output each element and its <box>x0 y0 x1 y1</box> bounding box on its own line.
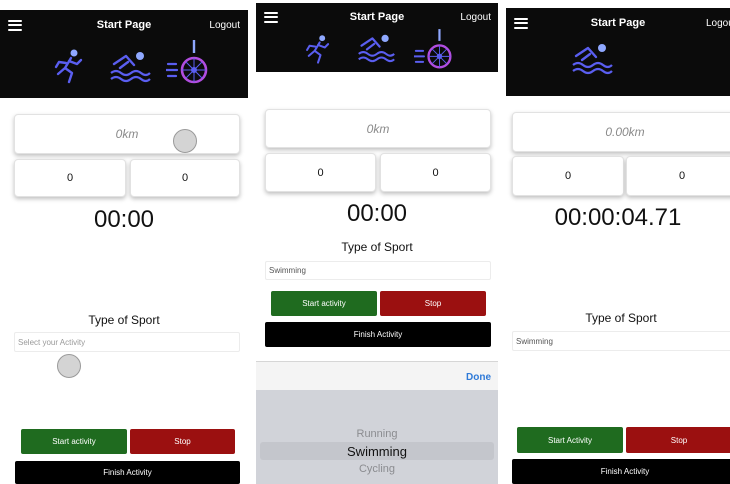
distance-value: 0km <box>115 127 139 141</box>
sport-icons-banner <box>0 40 248 98</box>
distance-value: 0.00km <box>605 125 645 139</box>
sport-type-label: Type of Sport <box>585 311 657 325</box>
touch-indicator <box>57 354 81 378</box>
sport-icons-banner <box>506 38 730 96</box>
counter-left-value: 0 <box>317 166 324 179</box>
sport-type-label: Type of Sport <box>88 313 160 327</box>
counter-right: 0 <box>626 156 730 196</box>
counter-left: 0 <box>512 156 624 196</box>
timer: 00:00 <box>346 200 408 227</box>
sport-select[interactable]: Select your Activity <box>14 332 240 352</box>
swimming-icon <box>110 52 151 83</box>
counter-left-value: 0 <box>564 170 572 182</box>
stop-button[interactable]: Stop <box>130 429 235 454</box>
running-icon <box>54 49 83 84</box>
sport-select[interactable]: Swimming <box>265 261 491 280</box>
counter-left: 0 <box>14 159 126 197</box>
logout-button[interactable]: Logout <box>209 20 240 31</box>
counter-right-value: 0 <box>678 170 686 182</box>
touch-indicator <box>173 129 197 153</box>
counter-right: 0 <box>130 159 240 197</box>
start-activity-button[interactable]: Start Activity <box>517 427 623 453</box>
swimming-icon <box>358 34 395 63</box>
distance-display: 0km <box>265 109 491 148</box>
screen-active: Start Page Logout 0.00km 0 0 00:00:04.71… <box>506 0 730 484</box>
distance-display: 0km <box>14 114 240 154</box>
running-icon <box>306 35 330 64</box>
logout-button[interactable]: Logout <box>706 18 730 29</box>
sport-select[interactable]: Swimming <box>512 331 730 351</box>
picker-option-cycling[interactable]: Cycling <box>256 463 498 475</box>
page-title: Start Page <box>590 17 646 29</box>
nav-bar: Start Page Logout <box>256 3 498 31</box>
stop-button[interactable]: Stop <box>626 427 730 453</box>
stop-button[interactable]: Stop <box>380 291 486 316</box>
picker-option-swimming[interactable]: Swimming <box>256 444 498 459</box>
screen-initial: Start Page Logout 0km 0 0 00:00 Type of … <box>0 0 248 484</box>
counter-right: 0 <box>380 153 491 192</box>
sport-picker-wheel[interactable]: Running Swimming Cycling <box>256 390 498 484</box>
cycling-icon <box>166 40 208 84</box>
distance-display: 0.00km <box>512 112 730 152</box>
header: Start Page Logout <box>256 3 498 72</box>
timer: 00:00:04.71 <box>554 204 682 231</box>
cycling-icon <box>414 29 452 69</box>
sport-icons-banner <box>256 29 498 72</box>
picker-toolbar: Done <box>256 361 498 390</box>
start-activity-button[interactable]: Start activity <box>21 429 127 454</box>
finish-activity-button[interactable]: Finish Activity <box>512 459 730 484</box>
done-button[interactable]: Done <box>466 372 491 383</box>
logout-button[interactable]: Logout <box>460 12 491 23</box>
nav-bar: Start Page Logout <box>0 10 248 40</box>
picker-option-running[interactable]: Running <box>256 428 498 440</box>
timer: 00:00 <box>93 206 155 233</box>
counter-right-value: 0 <box>181 172 189 184</box>
finish-activity-button[interactable]: Finish Activity <box>15 461 240 484</box>
header: Start Page Logout <box>506 8 730 96</box>
nav-bar: Start Page Logout <box>506 8 730 38</box>
start-activity-button[interactable]: Start activity <box>271 291 377 316</box>
swimming-icon <box>572 44 613 75</box>
counter-left-value: 0 <box>66 172 74 184</box>
distance-value: 0km <box>366 121 390 136</box>
counter-left: 0 <box>265 153 376 192</box>
finish-activity-button[interactable]: Finish Activity <box>265 322 491 347</box>
header: Start Page Logout <box>0 10 248 98</box>
counter-right-value: 0 <box>432 166 439 179</box>
screen-picker: Start Page Logout 0km 0 0 00:00 Type of … <box>256 0 498 484</box>
sport-type-label: Type of Sport <box>341 240 413 254</box>
